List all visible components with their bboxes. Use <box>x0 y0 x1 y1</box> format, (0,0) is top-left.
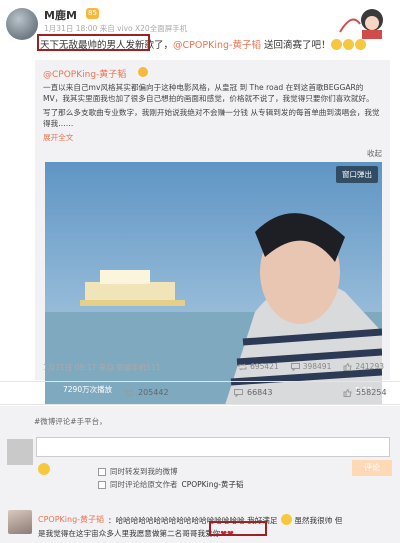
post-text-end: 送回滴赛了吧！ <box>260 40 331 51</box>
like-count: 558254 <box>356 388 387 397</box>
thumbs-up-icon <box>343 362 352 371</box>
comment-text-line2: 是我觉得在这宇宙众多人里我愿意做第二名哥哥我爱你❤❤ <box>38 528 234 539</box>
emoji-icon <box>343 39 355 50</box>
submit-comment-button[interactable]: 评论 <box>352 460 392 476</box>
repost-card: @CPOPKing-黄子韬 一直以来自己mv风格其实都偏向于这种电影风格，从皇冠… <box>35 60 390 405</box>
repost-icon <box>238 363 247 370</box>
comment-icon <box>290 362 300 371</box>
repost-count: 205442 <box>138 388 169 397</box>
comment-item: CPOPKing-黄子韬 ：哈哈哈哈哈哈哈哈哈哈哈哈哈哈哈哈哈 我好满足 虽然我… <box>0 506 400 543</box>
emoji-icon <box>280 514 292 525</box>
comment-author-option-label: 同时评论给原文作者 <box>110 480 178 489</box>
username[interactable]: M鹿M <box>44 7 77 23</box>
repost-button[interactable]: 205442 <box>125 388 169 397</box>
comment-text-end: 虽然我很帅 但 <box>294 516 343 525</box>
repost-count: 695421 <box>250 362 279 371</box>
comment-input[interactable] <box>36 437 390 457</box>
verified-icon <box>138 67 148 77</box>
comment-author-option[interactable]: 同时评论给原文作者 CPOPKing-黄子韬 <box>98 479 243 490</box>
like-button[interactable]: 558254 <box>343 388 387 397</box>
repost-option-label: 同时转发到我的微博 <box>110 467 178 476</box>
repost-author[interactable]: @CPOPKing-黄子韬 <box>43 67 126 80</box>
comment-author-checkbox[interactable] <box>98 480 106 489</box>
current-user-avatar <box>7 439 33 465</box>
vip-badge: 85 <box>86 8 99 19</box>
comment-tip: #微博评论#手平台， <box>34 417 107 426</box>
comment-author-option-user: CPOPKing-黄子韬 <box>181 480 244 489</box>
repost-paragraph: 写了那么多支歌曲专业数字，我刚开始说我绝对不会赚一分钱 从专辑到发的每首单曲到演… <box>43 107 383 129</box>
post-meta: 1月31日 18:00 来自 vivo X20全面屏手机 <box>44 24 188 33</box>
comment-text-line: 是我觉得在这宇宙众多人里我愿意做第二名哥哥 <box>38 529 198 538</box>
emoji-icon[interactable] <box>38 463 50 475</box>
thumbs-up-icon <box>343 388 352 397</box>
post-header: M鹿M 85 1月31日 18:00 来自 vivo X20全面屏手机 <box>0 0 400 62</box>
collapse-label: 收起 <box>367 149 382 158</box>
comment-count: 398491 <box>302 362 332 371</box>
emoji-icon <box>355 39 367 50</box>
header-illustration <box>339 9 383 39</box>
highlight-box <box>37 34 150 51</box>
expand-link[interactable]: 展开全文 <box>43 133 73 142</box>
repost-checkbox[interactable] <box>98 467 106 476</box>
commenter-avatar[interactable] <box>8 510 32 534</box>
repost-stat[interactable]: 695421 <box>238 362 279 371</box>
emoji-icon <box>331 39 343 50</box>
like-count: 241293 <box>355 362 384 371</box>
repost-paragraph: 一直以来自己mv风格其实都偏向于这种电影风格，从皇冠 到 The road 在到… <box>43 83 374 103</box>
repost-stats: 695421 398491 241293 <box>238 362 384 371</box>
mention-link[interactable]: @CPOPKing-黄子韬 <box>173 40 261 51</box>
commenter-name[interactable]: CPOPKing-黄子韬 <box>38 514 104 525</box>
repost-option[interactable]: 同时转发到我的微博 <box>98 466 178 477</box>
popout-button[interactable]: 窗口弹出 <box>336 166 378 183</box>
comment-count: 66843 <box>247 388 273 397</box>
collapse-button[interactable]: 收起 <box>367 148 382 159</box>
like-stat[interactable]: 241293 <box>343 362 384 371</box>
comment-stat[interactable]: 398491 <box>290 362 332 371</box>
highlight-box <box>209 521 267 536</box>
avatar[interactable] <box>6 8 38 40</box>
repost-body: 一直以来自己mv风格其实都偏向于这种电影风格，从皇冠 到 The road 在到… <box>43 82 383 143</box>
repost-meta: 1月31日 09:17 来自 荣耀手机S11 <box>43 363 161 372</box>
comment-icon <box>234 388 243 397</box>
action-bar: 205442 66843 558254 <box>0 381 400 405</box>
comment-button[interactable]: 66843 <box>234 388 272 397</box>
repost-paragraph-text: 写了那么多支歌曲专业数字，我刚开始说我绝对不会赚一分钱 从专辑到发的每首单曲到演… <box>43 108 380 128</box>
repost-icon <box>125 389 134 396</box>
